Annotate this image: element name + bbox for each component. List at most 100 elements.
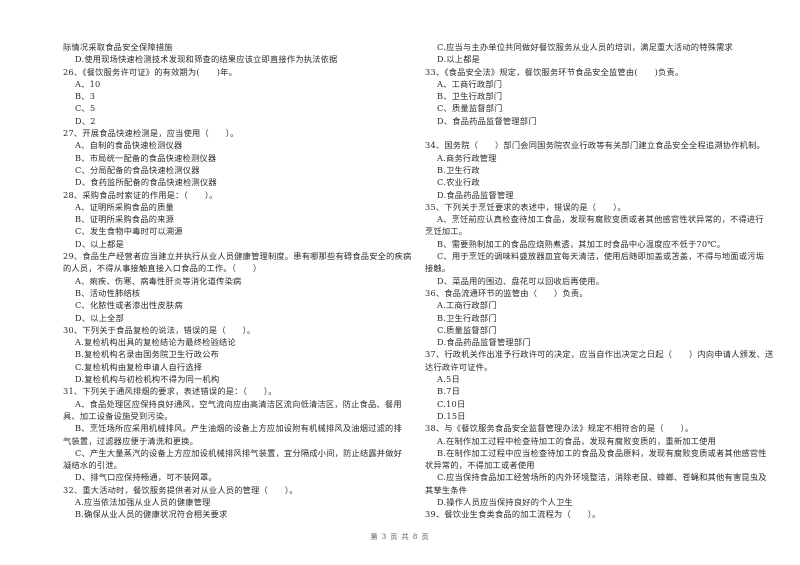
question-stem: 34、国务院（ ）部门会同国务院农业行政等有关部门建立食品安全全程追溯协作机制。 (425, 140, 765, 151)
option-text: D、菜品用的围边、盘花可以回收后再使用。 (437, 275, 605, 286)
option-text: C、5 (75, 103, 96, 114)
answer-option: D.以上都是 (425, 53, 770, 65)
option-text: 具、加工设备设施受到污染。 (63, 410, 173, 421)
option-text: C、发生食物中毒时可以溯源 (75, 226, 183, 237)
question-stem: 的人员，不得从事接触直接入口食品的工作。（ ） (63, 263, 262, 274)
answer-option: A.复检机构出具的复检结论为最终检验结论 (63, 336, 408, 348)
answer-option: A、烹饪前应认真检查待加工食品，发现有腐败变质或者其他感官性状异常的，不得进行烹… (425, 213, 770, 238)
option-text: B、证明所采购食品的来源 (75, 214, 175, 225)
option-text: A、10 (75, 78, 101, 89)
option-text: C.应当保持食品加工经营场所的内外环境整洁，消除老鼠、蟑螂、苍蝇和其他有害昆虫及 (437, 472, 767, 483)
answer-option: A、10 (63, 78, 408, 90)
option-text: C、用于烹饪的调味料盛放器皿宜每天清洁，使用后随即加盖或苫盖，不得与地面或污垢 (437, 251, 765, 262)
left-column: 际情况采取食品安全保障措施 D.使用现场快速检测技术发现和筛查的结果应该立即直接作… (63, 41, 412, 521)
option-text: 气装置，过滤器应便于清洗和更换。 (63, 435, 199, 446)
answer-option: B.在制作加工过程中应当检查待加工的食品及食品原料，发现有腐败变质或者其他感官性… (425, 447, 770, 472)
question-39: 39、餐饮业生食类食品的加工流程为（ ）。 (425, 508, 770, 520)
option-text: A.在制作加工过程中检查待加工的食品，发现有腐败变质的，重新加工使用 (437, 435, 717, 446)
answer-option: B、3 (63, 90, 408, 102)
option-text: B.复检机构名录由国务院卫生行政公布 (75, 349, 220, 360)
page-footer: 第 3 页 共 8 页 (370, 533, 430, 541)
option-text: B、卫生行政部门 (437, 91, 503, 102)
answer-option: B.卫生行政部门 (425, 312, 770, 324)
option-text: 状异常的，不得加工或者使用 (425, 460, 535, 471)
answer-option: D、2 (63, 115, 408, 127)
continuation-line: 际情况采取食品安全保障措施 (63, 42, 173, 52)
option-text: D.以上都是 (437, 54, 481, 65)
option-text: C.质量监督部门 (437, 324, 497, 335)
option-text: D.操作人员应当保持良好的个人卫生 (437, 496, 573, 507)
answer-option: B、烹饪场所应采用机械排风。产生油烟的设备上方应加设附有机械排风及油烟过滤的排气… (63, 422, 408, 447)
option-text: D、食药监所配备的食品快速检测仪器 (75, 177, 217, 188)
answer-option: C.农业行政 (425, 176, 770, 188)
option-text: D、2 (75, 115, 96, 126)
question-26: 26、《餐饮服务许可证》的有效期为( )年。 A、10 B、3 C、5 D、2 (63, 66, 408, 127)
question-stem: 38、与《餐饮服务食品安全监督管理办法》规定不相符合的是（ ）。 (425, 423, 694, 434)
question-29: 29、食品生产经营者应当建立并执行从业人员健康管理制度。患有哪那些有碍食品安全的… (63, 250, 412, 324)
option-text: B、需要熟制加工的食品应烧熟煮透，其加工时食品中心温度应不低于70℃。 (437, 238, 726, 249)
answer-option: D、以上都是 (63, 238, 408, 250)
question-stem: 35、下列关于烹饪要求的表述中，错误的是（ ）。 (425, 201, 626, 212)
question-30: 30、下列关于食品复检的说法，错误的是（ ）。 A.复检机构出具的复检结论为最终检… (63, 324, 408, 385)
option-text: D、以上都是 (75, 238, 125, 249)
answer-option: D、菜品用的围边、盘花可以回收后再使用。 (425, 275, 770, 287)
answer-option: C、产生大量蒸汽的设备上方应加设机械排风排气装置，宜分隔成小间，防止结露并做好凝… (63, 447, 408, 472)
question-stem: 31、下列关于通风排烟的要求，表述错误的是：（ ）。 (63, 386, 277, 397)
question-27: 27、开展食品快速检测是，应当使用（ ）。 A、自制的食品快速检测仪器 B、市局统一… (63, 127, 408, 188)
option-text: A.复检机构出具的复检结论为最终检验结论 (75, 337, 236, 348)
answer-option: B、卫生行政部门 (425, 90, 770, 102)
option-text: C.应当与主办单位共同做好餐饮服务从业人员的培训，满足重大活动的特殊需求 (437, 42, 733, 52)
question-38: 38、与《餐饮服务食品安全监督管理办法》规定不相符合的是（ ）。 A.在制作加工过… (425, 422, 770, 508)
option-text: A、自制的食品快速检测仪器 (75, 140, 183, 151)
answer-option: A.商务行政管理 (425, 152, 770, 164)
answer-option: A、食品处理区应保持良好通风，空气流向应由高清洁区流向低清洁区，防止食品、餐用具… (63, 398, 408, 423)
answer-option: D、以上全部 (63, 312, 408, 324)
answer-option: C.复检机构由复检申请人自行选择 (63, 361, 408, 373)
option-text: A.5日 (437, 374, 460, 385)
answer-option: A.5日 (425, 373, 770, 385)
answer-option: C、分局配备的食品快速检测仪器 (63, 164, 408, 176)
answer-option: A、自制的食品快速检测仪器 (63, 139, 408, 151)
option-text: A.应当依法加强从业人员的健康管理 (75, 496, 211, 507)
answer-option: C.10日 (425, 398, 770, 410)
answer-option: A、工商行政部门 (425, 78, 770, 90)
question-stem: 36、食品流通环节的监管由（ ）负责。 (425, 287, 588, 298)
answer-option: B、活动性肺结核 (63, 287, 408, 299)
option-text: B.7日 (437, 386, 461, 397)
option-text: B.卫生行政 (437, 164, 480, 175)
answer-option: D.食品药品监督管理部门 (425, 336, 770, 348)
option-text: D、以上全部 (75, 312, 125, 323)
answer-option: B.确保从业人员的健康状况符合相关要求 (63, 508, 408, 520)
right-column: C.应当与主办单位共同做好餐饮服务从业人员的培训，满足重大活动的特殊需求 D.以上… (425, 41, 774, 521)
answer-option: D、食品药品监督管理部门 (425, 115, 770, 127)
option-text: D.15日 (437, 410, 466, 421)
answer-option: C.质量监督部门 (425, 324, 770, 336)
option-text: B.确保从业人员的健康状况符合相关要求 (75, 509, 228, 520)
option-text: A、痢疾、伤寒、病毒性肝炎等消化道传染病 (75, 275, 242, 286)
option-text: D.使用现场快速检测技术发现和筛查的结果应该立即直接作为执法依据 (75, 54, 338, 65)
option-text: 烹饪加工。 (425, 226, 468, 237)
option-text: D.食品药品监督管理部门 (437, 337, 531, 348)
answer-option: C、用于烹饪的调味料盛放器皿宜每天清洁，使用后随即加盖或苫盖，不得与地面或污垢接… (425, 250, 770, 275)
answer-option: B、证明所采购食品的来源 (63, 213, 408, 225)
question-stem: 33、《食品安全法》规定，餐饮服务环节食品安全监管由( )负责。 (425, 66, 684, 77)
option-text: A、证明所采购食品的质量 (75, 201, 174, 212)
answer-option: C、发生食物中毒时可以溯源 (63, 225, 408, 237)
question-stem: 37、行政机关作出准予行政许可的决定，应当自作出决定之日起（ ）内向申请人颁发、… (425, 349, 774, 360)
option-text: C、产生大量蒸汽的设备上方应加设机械排风排气装置，宜分隔成小间，防止结露并做好 (75, 447, 403, 458)
answer-option: B.卫生行政 (425, 164, 770, 176)
answer-option: C.应当与主办单位共同做好餐饮服务从业人员的培训，满足重大活动的特殊需求 (425, 41, 770, 53)
answer-option: D、排气口应保持畅通，可不装网罩。 (63, 471, 408, 483)
question-stem: 29、食品生产经营者应当建立并执行从业人员健康管理制度。患有哪那些有碍食品安全的… (63, 251, 412, 262)
answer-option: C、化脓性或者渗出性皮肤病 (63, 299, 408, 311)
option-text: D.食品药品监督管理 (437, 189, 514, 200)
question-stem: 27、开展食品快速检测是，应当使用（ ）。 (63, 128, 239, 139)
question-33: 33、《食品安全法》规定，餐饮服务环节食品安全监管由( )负责。 A、工商行政部门… (425, 66, 770, 127)
question-31: 31、下列关于通风排烟的要求，表述错误的是：（ ）。 A、食品处理区应保持良好通风… (63, 385, 408, 483)
question-34: 34、国务院（ ）部门会同国务院农业行政等有关部门建立食品安全全程追溯协作机制。… (425, 139, 770, 200)
answer-option: D.食品药品监督管理 (425, 189, 770, 201)
question-stem: 39、餐饮业生食类食品的加工流程为（ ）。 (425, 509, 601, 520)
option-text: 接触。 (425, 263, 451, 274)
answer-option: B.7日 (425, 385, 770, 397)
